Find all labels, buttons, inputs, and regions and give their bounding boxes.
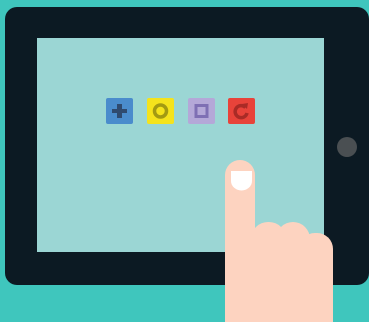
fingernail (231, 171, 252, 191)
pointing-hand (225, 160, 333, 322)
